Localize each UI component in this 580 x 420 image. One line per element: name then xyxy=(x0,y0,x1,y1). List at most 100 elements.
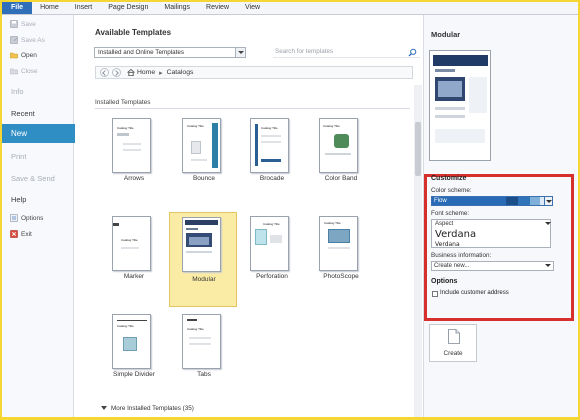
include-customer-address-checkbox[interactable] xyxy=(432,291,438,297)
template-label: Perforation xyxy=(256,273,288,280)
font-scheme-name: Aspect xyxy=(435,221,454,227)
installed-templates-header: Installed Templates xyxy=(95,97,410,109)
tab-review[interactable]: Review xyxy=(198,2,237,14)
nav-save-as[interactable]: Save As xyxy=(2,34,74,46)
template-thumbnail: Catalog Title xyxy=(112,314,151,369)
template-photoscope[interactable]: Catalog Title PhotoScope xyxy=(308,212,374,305)
color-scheme-select[interactable]: Flow xyxy=(431,196,551,206)
nav-options[interactable]: Options xyxy=(2,212,74,224)
template-marker[interactable]: Catalog Title Marker xyxy=(101,212,167,305)
exit-icon xyxy=(10,230,18,238)
nav-save-send[interactable]: Save & Send xyxy=(2,171,74,185)
thumb-title: Catalog Title xyxy=(187,124,204,128)
thumb-title: Catalog Title xyxy=(261,126,278,130)
template-label: Marker xyxy=(123,273,145,280)
nav-open[interactable]: Open xyxy=(2,49,74,61)
template-perforation[interactable]: Catalog Title Perforation xyxy=(239,212,305,305)
template-label: PhotoScope xyxy=(323,273,359,280)
font-scheme-label: Font scheme: xyxy=(431,210,470,217)
template-thumbnail: Catalog Title xyxy=(112,118,151,173)
template-label: Bounce xyxy=(192,175,216,182)
thumb-title: Catalog Title xyxy=(117,324,134,328)
font-scheme-select[interactable]: Aspect Verdana Verdana xyxy=(431,219,551,248)
template-thumbnail xyxy=(182,217,221,272)
nav-close[interactable]: Close xyxy=(2,65,74,77)
template-source-dropdown[interactable]: Installed and Online Templates xyxy=(94,47,246,58)
back-arrow-icon[interactable] xyxy=(100,68,109,77)
template-label: Arrows xyxy=(123,175,145,182)
nav-help[interactable]: Help xyxy=(2,192,74,206)
search-icon[interactable] xyxy=(408,48,417,57)
thumb-title: Catalog Title xyxy=(263,222,280,226)
business-info-value: Create new... xyxy=(434,263,470,269)
template-thumbnail: Catalog Title xyxy=(112,216,151,271)
thumb-title: Catalog Title xyxy=(121,238,138,242)
template-brocade[interactable]: Catalog Title Brocade xyxy=(239,114,305,207)
template-thumbnail: Catalog Title xyxy=(250,118,289,173)
save-icon xyxy=(10,20,18,28)
template-color-band[interactable]: Catalog Title Color Band xyxy=(308,114,374,207)
new-document-icon xyxy=(448,329,460,344)
ribbon-tab-bar: File Home Insert Page Design Mailings Re… xyxy=(2,2,578,15)
chevron-down-icon[interactable] xyxy=(544,261,553,271)
color-scheme-value: Flow xyxy=(434,198,447,204)
template-thumbnail: Catalog Title xyxy=(250,216,289,271)
thumb-title: Catalog Title xyxy=(324,221,341,225)
template-label: Color Band xyxy=(324,175,358,182)
nav-close-label: Close xyxy=(21,67,38,75)
nav-exit[interactable]: Exit xyxy=(2,228,74,240)
breadcrumb-home[interactable]: Home xyxy=(137,69,155,76)
chevron-down-icon[interactable] xyxy=(544,219,553,248)
nav-print[interactable]: Print xyxy=(2,149,74,163)
color-scheme-label: Color scheme: xyxy=(431,187,472,194)
options-icon xyxy=(10,214,18,222)
chevron-down-icon[interactable] xyxy=(544,196,553,206)
save-as-icon xyxy=(10,36,18,44)
template-tabs[interactable]: Catalog Title Tabs xyxy=(171,310,237,403)
create-button[interactable]: Create xyxy=(429,324,477,362)
thumb-title: Catalog Title xyxy=(117,126,134,130)
tab-view[interactable]: View xyxy=(237,2,268,14)
more-templates-toggle[interactable]: More Installed Templates (35) xyxy=(101,405,194,412)
nav-exit-label: Exit xyxy=(21,230,32,238)
breadcrumb-separator-icon: ▸ xyxy=(159,69,163,77)
color-swatch xyxy=(506,197,518,205)
options-title: Options xyxy=(431,278,458,285)
create-label: Create xyxy=(443,350,463,357)
tab-insert[interactable]: Insert xyxy=(67,2,101,14)
template-search-input[interactable]: Search for templates xyxy=(273,47,420,58)
breadcrumb: Home ▸ Catalogs xyxy=(95,66,413,79)
template-thumbnail: Catalog Title xyxy=(182,118,221,173)
color-swatch xyxy=(518,197,530,205)
scrollbar-thumb[interactable] xyxy=(415,122,421,176)
forward-arrow-icon[interactable] xyxy=(112,68,121,77)
preview-title: Modular xyxy=(431,30,461,39)
template-simple-divider[interactable]: Catalog Title Simple Divider xyxy=(101,310,167,403)
nav-new-label: New xyxy=(11,129,28,138)
template-label: Tabs xyxy=(197,371,211,378)
template-label: Modular xyxy=(192,276,216,283)
nav-info[interactable]: Info xyxy=(2,84,74,98)
breadcrumb-current[interactable]: Catalogs xyxy=(167,69,194,76)
template-bounce[interactable]: Catalog Title Bounce xyxy=(171,114,237,207)
template-label: Simple Divider xyxy=(113,371,155,378)
nav-new[interactable]: New xyxy=(2,124,83,143)
nav-recent[interactable]: Recent xyxy=(2,106,74,120)
templates-scrollbar[interactable] xyxy=(414,85,422,417)
thumb-title: Catalog Title xyxy=(187,327,204,331)
nav-save-label: Save xyxy=(21,20,36,28)
nav-save[interactable]: Save xyxy=(2,18,74,30)
tab-page-design[interactable]: Page Design xyxy=(100,2,156,14)
chevron-down-icon xyxy=(235,48,245,57)
nav-save-as-label: Save As xyxy=(21,36,45,44)
template-label: Brocade xyxy=(259,175,285,182)
tab-mailings[interactable]: Mailings xyxy=(156,2,198,14)
template-thumbnail: Catalog Title xyxy=(182,314,221,369)
tab-file[interactable]: File xyxy=(2,2,33,14)
template-modular[interactable]: Modular xyxy=(169,212,237,307)
template-arrows[interactable]: Catalog Title Arrows xyxy=(101,114,167,207)
include-customer-address-label[interactable]: Include customer address xyxy=(440,290,509,296)
template-preview-image xyxy=(429,50,491,161)
tab-home[interactable]: Home xyxy=(32,2,67,14)
business-info-select[interactable]: Create new... xyxy=(431,261,554,271)
